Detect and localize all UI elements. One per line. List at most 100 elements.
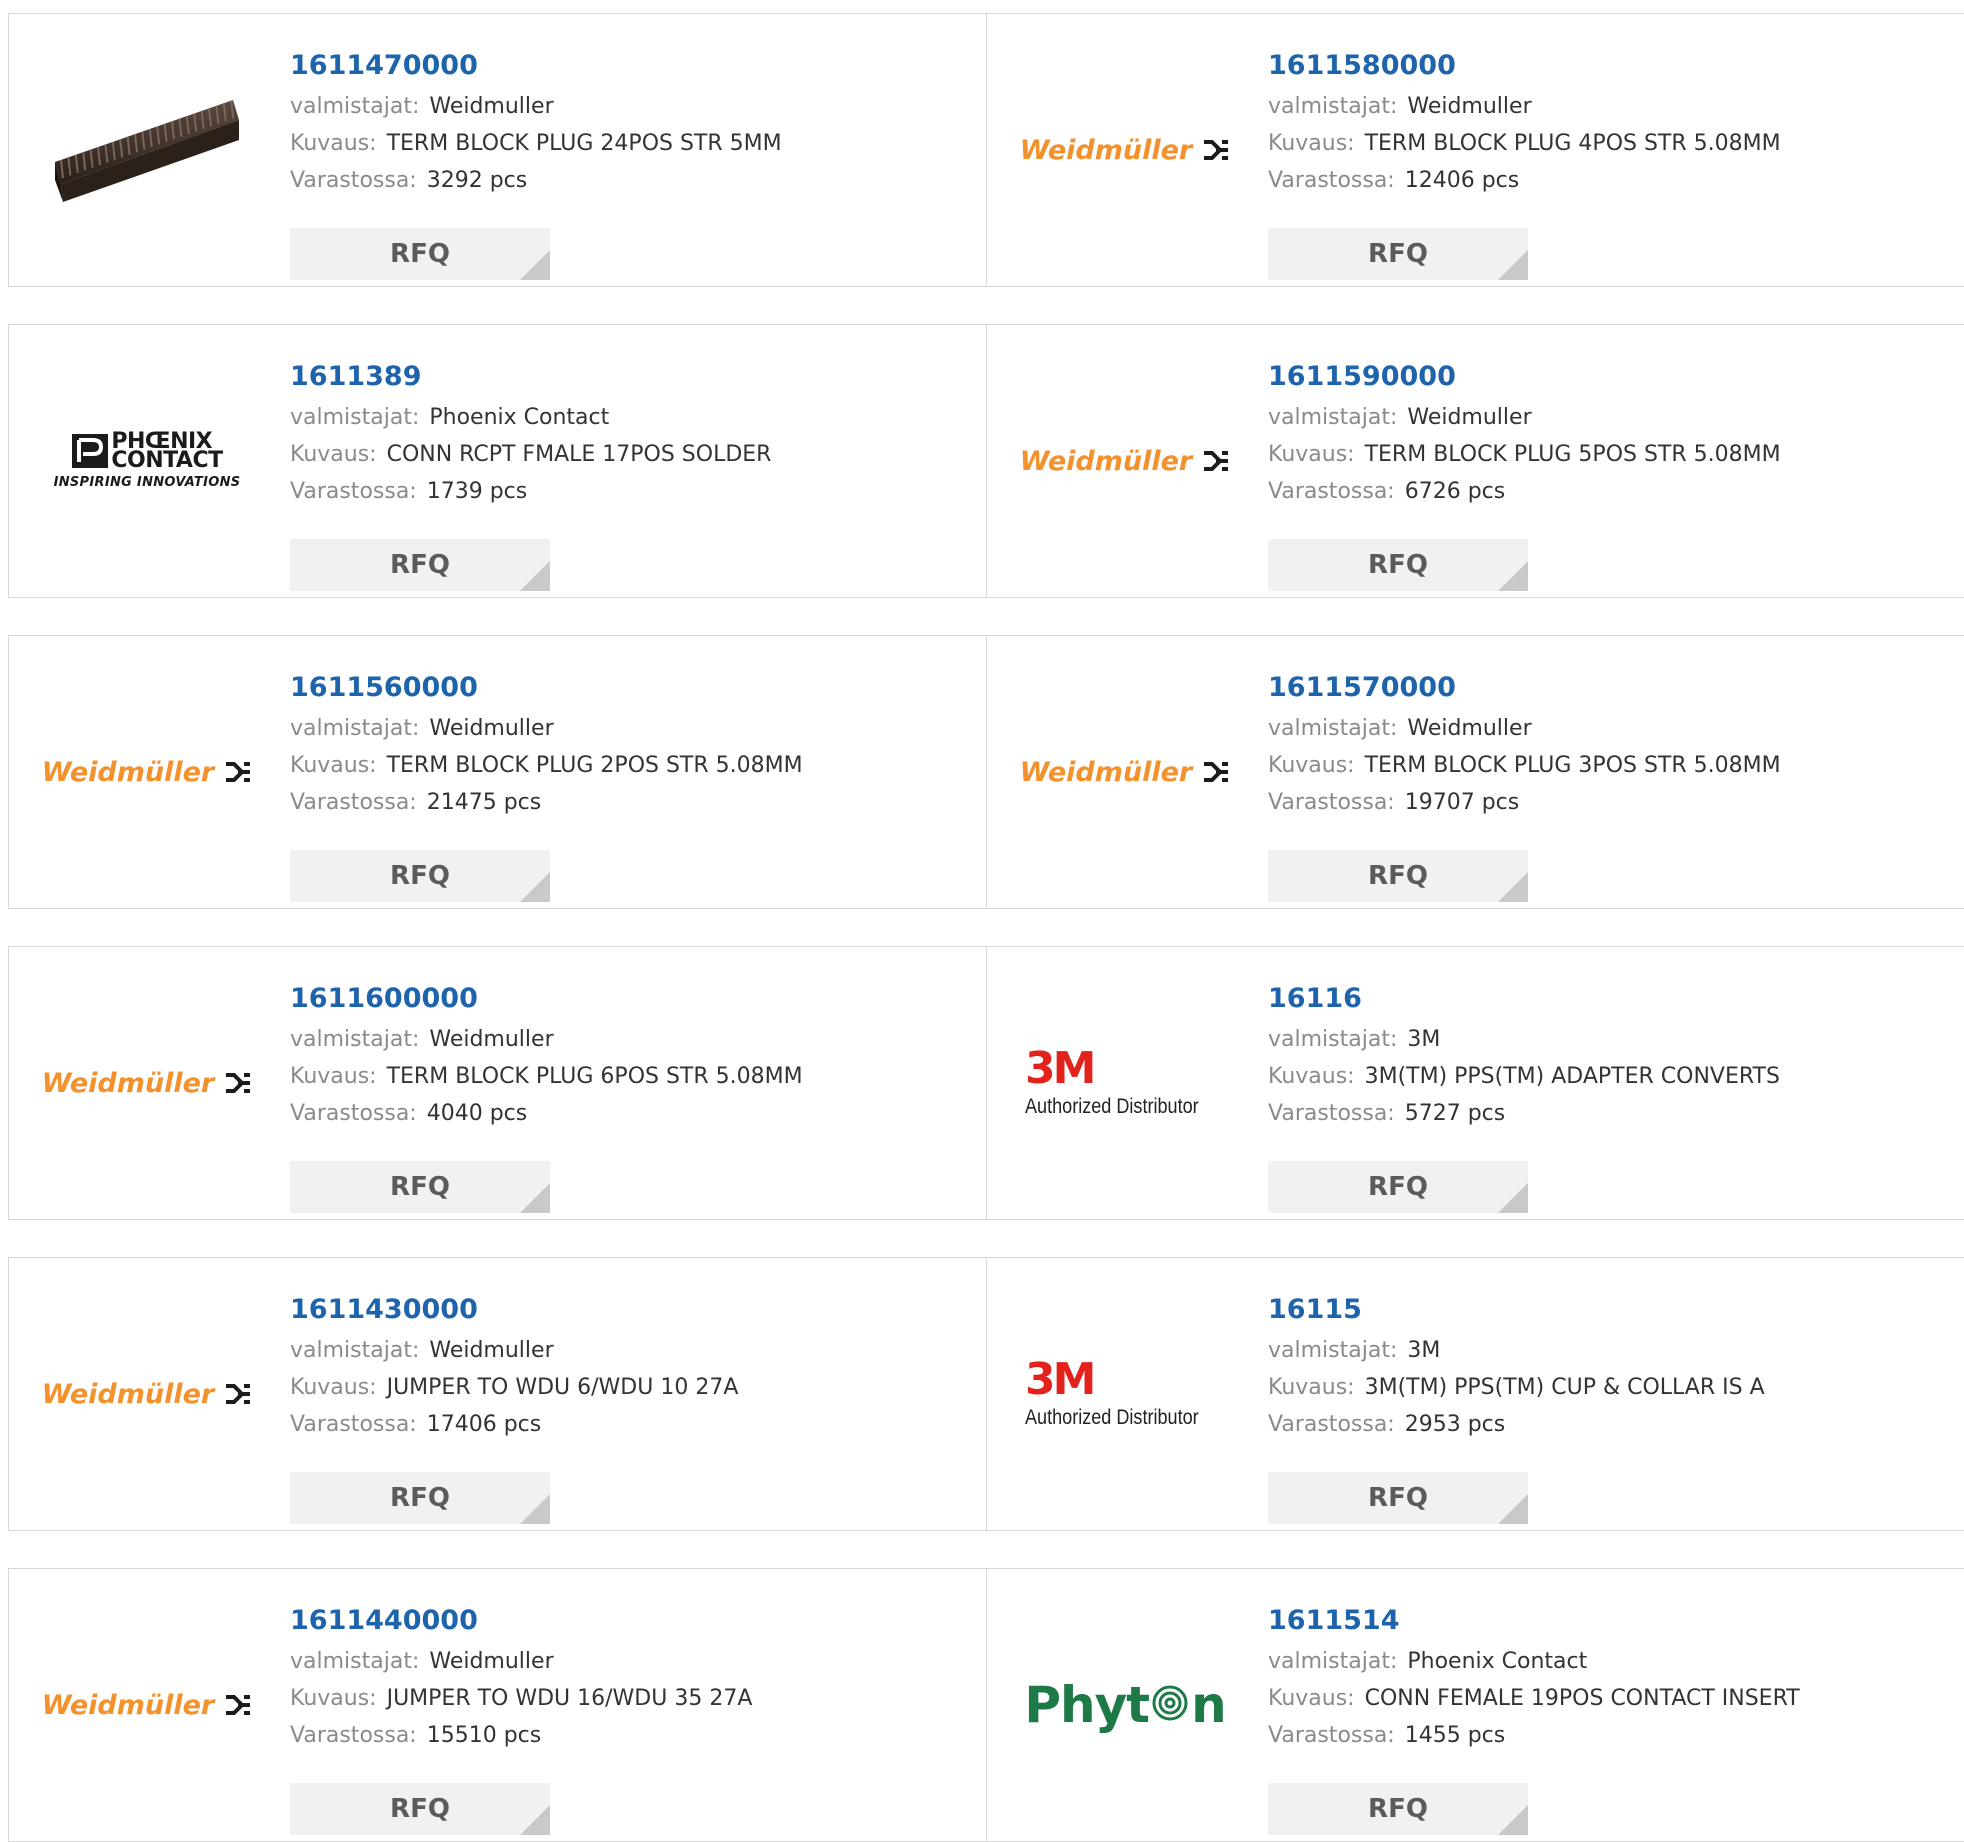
manufacturer-row: valmistajat: 3M (1268, 1021, 1944, 1058)
rfq-button[interactable]: RFQ (290, 850, 550, 902)
part-number-link[interactable]: 1611470000 (290, 44, 966, 88)
weidmuller-logo-text: Weidmüller (1019, 756, 1193, 788)
weidmuller-logo-text: Weidmüller (41, 756, 215, 788)
weidmuller-logo: Weidmüller (42, 1068, 252, 1099)
manufacturer-logo[interactable]: Weidmüller (42, 1605, 251, 1805)
rfq-button-label: RFQ (1368, 1794, 1428, 1824)
description-label: Kuvaus: (290, 753, 377, 778)
manufacturer-logo[interactable]: 3M Authorized Distributor (1025, 983, 1225, 1183)
rfq-button[interactable]: RFQ (1268, 1472, 1528, 1524)
rfq-button[interactable]: RFQ (1268, 228, 1528, 280)
manufacturer-row: valmistajat: Weidmuller (1268, 88, 1944, 125)
stock-label: Varastossa: (1268, 790, 1395, 815)
description-row: Kuvaus: TERM BLOCK PLUG 6POS STR 5.08MM (290, 1058, 966, 1095)
rfq-corner-decoration (520, 561, 550, 591)
description-value: CONN FEMALE 19POS CONTACT INSERT (1364, 1686, 1800, 1711)
rfq-button[interactable]: RFQ (1268, 1783, 1528, 1835)
rfq-button[interactable]: RFQ (290, 1161, 550, 1213)
manufacturer-logo[interactable]: Weidmüller (1020, 361, 1229, 561)
stock-label: Varastossa: (290, 1412, 417, 1437)
manufacturer-row: valmistajat: Phoenix Contact (1268, 1643, 1944, 1680)
3m-logo-subtitle: Authorized Distributor (1025, 1095, 1199, 1118)
product-card: Weidmüller 1611570000 valmistajat: Weidmu… (986, 635, 1964, 909)
product-info: 1611580000 valmistajat: Weidmuller Kuvaus… (1268, 44, 1944, 280)
stock-row: Varastossa: 19707 pcs (1268, 784, 1944, 821)
manufacturer-row: valmistajat: Weidmuller (290, 1021, 966, 1058)
description-value: 3M(TM) PPS(TM) ADAPTER CONVERTS (1364, 1064, 1780, 1089)
part-number-link[interactable]: 1611389 (290, 355, 966, 399)
rfq-button[interactable]: RFQ (290, 228, 550, 280)
description-label: Kuvaus: (1268, 1375, 1355, 1400)
stock-row: Varastossa: 2953 pcs (1268, 1406, 1944, 1443)
manufacturer-logo[interactable]: Weidmüller (42, 672, 251, 872)
manufacturer-logo[interactable]: Phyt n (1024, 1605, 1226, 1805)
description-value: TERM BLOCK PLUG 3POS STR 5.08MM (1364, 753, 1781, 778)
stock-label: Varastossa: (290, 1723, 417, 1748)
product-info: 16116 valmistajat: 3M Kuvaus: 3M(TM) PPS(T… (1268, 977, 1944, 1213)
manufacturer-logo[interactable]: PHŒNIX CONTACT INSPIRING INNOVATIONS (47, 361, 247, 561)
weidmuller-logo: Weidmüller (42, 757, 252, 788)
description-value: JUMPER TO WDU 6/WDU 10 27A (386, 1375, 739, 1400)
manufacturer-logo[interactable]: Weidmüller (42, 1294, 251, 1494)
product-card: 3M Authorized Distributor 16115 valmistaj… (986, 1257, 1964, 1531)
manufacturer-label: valmistajat: (1268, 1027, 1398, 1052)
stock-label: Varastossa: (290, 479, 417, 504)
description-label: Kuvaus: (290, 1686, 377, 1711)
product-card: PHŒNIX CONTACT INSPIRING INNOVATIONS 16113… (8, 324, 986, 598)
product-row: Weidmüller 1611560000 valmistajat: Weidmu… (8, 635, 1964, 909)
product-row: Weidmüller 1611430000 valmistajat: Weidmu… (8, 1257, 1964, 1531)
product-info: 1611470000 valmistajat: Weidmuller Kuvaus… (290, 44, 966, 280)
manufacturer-value: 3M (1407, 1027, 1441, 1052)
product-card: Weidmüller 1611580000 valmistajat: Weidmu… (986, 13, 1964, 287)
part-number-link[interactable]: 1611570000 (1268, 666, 1944, 710)
rfq-button[interactable]: RFQ (1268, 1161, 1528, 1213)
stock-value: 5727 pcs (1404, 1101, 1506, 1126)
phoenix-logo-line2: CONTACT (111, 448, 223, 473)
3m-logo-subtitle: Authorized Distributor (1025, 1406, 1199, 1429)
stock-label: Varastossa: (290, 790, 417, 815)
rfq-button[interactable]: RFQ (290, 539, 550, 591)
part-number-link[interactable]: 1611514 (1268, 1599, 1944, 1643)
part-number-link[interactable]: 1611560000 (290, 666, 966, 710)
product-info: 1611600000 valmistajat: Weidmuller Kuvaus… (290, 977, 966, 1213)
rfq-button[interactable]: RFQ (290, 1472, 550, 1524)
description-label: Kuvaus: (1268, 753, 1355, 778)
manufacturer-row: valmistajat: Weidmuller (1268, 710, 1944, 747)
rfq-corner-decoration (1498, 1183, 1528, 1213)
stock-value: 1455 pcs (1404, 1723, 1506, 1748)
rfq-button-label: RFQ (1368, 239, 1428, 269)
part-number-link[interactable]: 16115 (1268, 1288, 1944, 1332)
manufacturer-label: valmistajat: (290, 1027, 420, 1052)
part-number-link[interactable]: 1611600000 (290, 977, 966, 1021)
manufacturer-value: Weidmuller (1407, 94, 1532, 119)
product-card: Weidmüller 1611430000 valmistajat: Weidmu… (8, 1257, 986, 1531)
description-value: TERM BLOCK PLUG 24POS STR 5MM (386, 131, 782, 156)
manufacturer-logo[interactable]: 3M Authorized Distributor (1025, 1294, 1225, 1494)
part-number-link[interactable]: 1611590000 (1268, 355, 1944, 399)
stock-row: Varastossa: 12406 pcs (1268, 162, 1944, 199)
rfq-corner-decoration (520, 1183, 550, 1213)
description-label: Kuvaus: (290, 1375, 377, 1400)
manufacturer-value: Phoenix Contact (1407, 1649, 1588, 1674)
3m-logo-mark: 3M (1025, 1043, 1096, 1094)
3m-logo: 3M Authorized Distributor (1025, 1358, 1225, 1430)
part-number-link[interactable]: 1611430000 (290, 1288, 966, 1332)
manufacturer-logo[interactable]: Weidmüller (42, 983, 251, 1183)
manufacturer-row: valmistajat: Phoenix Contact (290, 399, 966, 436)
rfq-button-label: RFQ (390, 861, 450, 891)
stock-value: 2953 pcs (1404, 1412, 1506, 1437)
part-number-link[interactable]: 1611440000 (290, 1599, 966, 1643)
weidmuller-mark-icon (1204, 140, 1229, 160)
rfq-button[interactable]: RFQ (290, 1783, 550, 1835)
description-row: Kuvaus: TERM BLOCK PLUG 24POS STR 5MM (290, 125, 966, 162)
manufacturer-row: valmistajat: 3M (1268, 1332, 1944, 1369)
manufacturer-logo[interactable] (47, 50, 247, 250)
part-number-link[interactable]: 1611580000 (1268, 44, 1944, 88)
rfq-button[interactable]: RFQ (1268, 539, 1528, 591)
rfq-button[interactable]: RFQ (1268, 850, 1528, 902)
product-card: 3M Authorized Distributor 16116 valmistaj… (986, 946, 1964, 1220)
rfq-corner-decoration (1498, 872, 1528, 902)
manufacturer-logo[interactable]: Weidmüller (1020, 50, 1229, 250)
manufacturer-logo[interactable]: Weidmüller (1020, 672, 1229, 872)
part-number-link[interactable]: 16116 (1268, 977, 1944, 1021)
